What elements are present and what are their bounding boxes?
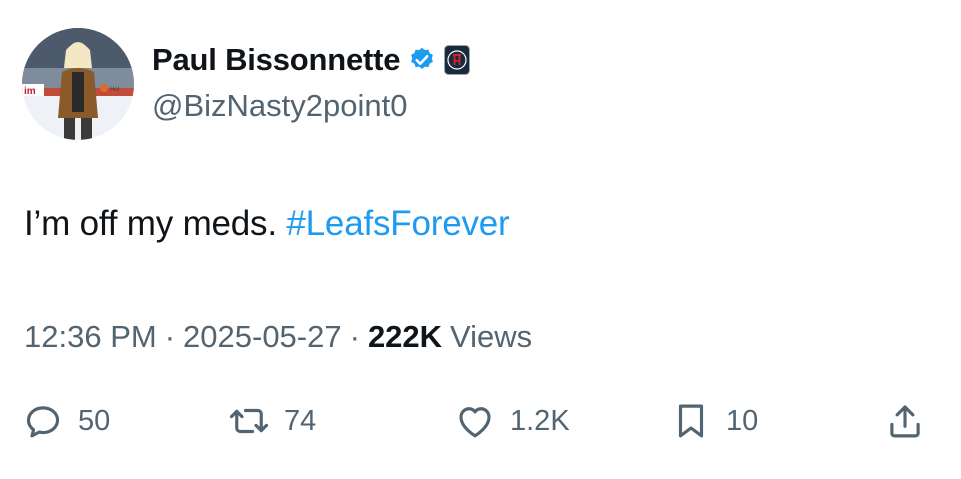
meta-separator: · bbox=[349, 319, 360, 354]
hashtag-link[interactable]: #LeafsForever bbox=[286, 204, 509, 243]
reply-icon bbox=[26, 406, 60, 438]
tweet-date[interactable]: 2025-05-27 bbox=[183, 319, 342, 355]
author-name-row: Paul Bissonnette bbox=[152, 42, 471, 78]
share-icon bbox=[890, 405, 920, 438]
views-count: 222K bbox=[367, 319, 443, 354]
repost-button[interactable]: 74 bbox=[228, 396, 316, 446]
tweet-body: I’m off my meds. bbox=[24, 204, 287, 243]
tweet-time[interactable]: 12:36 PM bbox=[24, 319, 157, 355]
bookmark-count: 10 bbox=[726, 404, 759, 437]
action-bar: 50 74 1.2K 10 bbox=[0, 396, 961, 446]
repost-icon bbox=[229, 408, 269, 434]
avatar[interactable]: im Hol bbox=[22, 28, 134, 140]
tweet-metadata: 12:36 PM · 2025-05-27 · 222K Views bbox=[24, 319, 532, 355]
reply-button[interactable]: 50 bbox=[22, 396, 110, 446]
author-handle[interactable]: @BizNasty2point0 bbox=[152, 88, 407, 124]
heart-icon bbox=[459, 407, 491, 438]
bookmark-icon bbox=[678, 404, 704, 438]
share-button[interactable] bbox=[884, 396, 926, 446]
tweet-text: I’m off my meds. #LeafsForever bbox=[24, 204, 510, 244]
like-count: 1.2K bbox=[510, 404, 570, 437]
barstool-affiliate-icon[interactable] bbox=[444, 45, 471, 75]
views-label: Views bbox=[450, 319, 533, 354]
repost-count: 74 bbox=[284, 404, 317, 437]
avatar-sign-text-2: Hol bbox=[110, 87, 119, 93]
like-button[interactable]: 1.2K bbox=[454, 396, 570, 446]
author-display-name[interactable]: Paul Bissonnette bbox=[152, 42, 400, 78]
meta-separator: · bbox=[164, 319, 176, 354]
verified-badge-icon bbox=[408, 46, 436, 74]
avatar-sign-text: im bbox=[24, 86, 36, 97]
bookmark-button[interactable]: 10 bbox=[670, 396, 758, 446]
reply-count: 50 bbox=[78, 404, 111, 437]
